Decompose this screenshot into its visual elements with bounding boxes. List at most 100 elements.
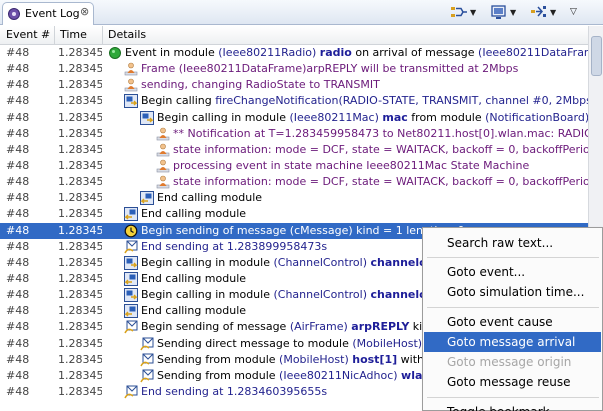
view-menu-icon: ▽: [570, 7, 577, 17]
detail-segment: radio: [319, 46, 352, 59]
menu-toggle-bookmark[interactable]: Toggle bookmark: [424, 402, 601, 411]
person-icon: [124, 62, 138, 76]
detail-segment: Begin sending of message (cMessage) kind…: [141, 223, 465, 237]
menu-goto-message-arrival[interactable]: Goto message arrival: [424, 332, 601, 352]
event-details: Event in module (Ieee80211Radio) radio o…: [125, 46, 588, 59]
detail-segment: Begin sending of message: [141, 320, 290, 334]
column-header-event[interactable]: Event #: [6, 28, 50, 41]
table-row[interactable]: #48 1.283459 Begin calling fireChangeNotif…: [0, 93, 588, 109]
detail-segment: state information: mode = DCF, state = W…: [173, 142, 588, 156]
event-time: 1.283459: [58, 142, 102, 156]
table-row[interactable]: #48 1.283459 End calling module: [0, 190, 588, 206]
menu-search-raw-text[interactable]: Search raw text...: [424, 233, 601, 253]
display-mode-button[interactable]: ▼: [490, 3, 516, 21]
view-menu-button[interactable]: ▽: [568, 3, 577, 21]
event-number: #48: [6, 191, 30, 205]
event-number: #48: [6, 255, 30, 269]
event-time: 1.283459: [58, 78, 102, 92]
event-details: End calling module: [141, 207, 246, 220]
detail-segment: sending, changing RadioState to TRANSMIT: [141, 78, 380, 92]
event-number: #48: [6, 175, 30, 189]
event-time: 1.283459: [58, 207, 102, 221]
event-time: 1.283459: [58, 336, 102, 350]
detail-segment: (Ieee80211Mac): [289, 110, 383, 124]
table-row[interactable]: #48 1.283459 state information: mode = DCF…: [0, 174, 588, 190]
send-icon: [140, 369, 154, 383]
navigation-mode-button[interactable]: ▼: [530, 3, 556, 21]
menu-goto-message-reuse[interactable]: Goto message reuse: [424, 372, 601, 392]
event-time: 1.283459: [58, 126, 102, 140]
event-number: #48: [6, 271, 30, 285]
scrollbar-thumb[interactable]: [591, 36, 602, 76]
menu-goto-event-cause[interactable]: Goto event cause: [424, 312, 601, 332]
table-row[interactable]: #48 1.283459 ** Notification at T=1.283459…: [0, 126, 588, 142]
return-icon: [140, 191, 154, 206]
event-details: processing event in state machine Ieee80…: [173, 159, 529, 172]
return-icon: [124, 304, 138, 319]
table-row[interactable]: #48 1.283459 processing event in state mac…: [0, 158, 588, 174]
event-log-icon: [8, 8, 20, 20]
person-icon: [156, 127, 170, 141]
event-number: #48: [6, 142, 30, 156]
tab-event-log[interactable]: Event Log ⊗: [2, 2, 94, 25]
table-row[interactable]: #48 1.283459 Frame (Ieee80211DataFrame)arp…: [0, 61, 588, 77]
event-time: 1.283459: [58, 255, 102, 269]
return-icon: [124, 207, 138, 222]
event-number: #48: [6, 384, 30, 398]
event-time: 1.283459: [58, 384, 102, 398]
event-details: ** Notification at T=1.283459958473 to N…: [173, 127, 588, 140]
detail-segment: Frame (Ieee80211DataFrame)arpREPLY will …: [141, 62, 519, 76]
detail-segment: processing event in state machine Ieee80…: [173, 158, 530, 172]
detail-segment: state information: mode = DCF, state = W…: [173, 175, 588, 189]
event-time: 1.283459: [58, 304, 102, 318]
detail-segment: fireChangeNotification(RADIO-STATE, TRAN…: [215, 94, 588, 108]
detail-segment: from module: [407, 110, 486, 124]
detail-segment: End sending at 1.283460395655s: [141, 384, 328, 398]
event-details: Sending from module (Ieee80211NicAdhoc) …: [157, 369, 457, 382]
event-number: #48: [6, 304, 30, 318]
close-icon[interactable]: ⊗: [80, 5, 89, 18]
chevron-down-icon[interactable]: ▼: [510, 8, 516, 17]
green-circle-icon: [109, 47, 121, 59]
detail-segment: Sending direct message to module: [157, 336, 353, 350]
detail-segment: End sending at 1.283899958473s: [141, 239, 328, 253]
event-details: Begin calling in module (Ieee80211Mac) m…: [157, 111, 588, 124]
event-number: #48: [6, 320, 30, 334]
table-row[interactable]: #48 1.283459 Event in module (Ieee80211Rad…: [0, 45, 588, 61]
column-header-time[interactable]: Time: [60, 28, 87, 41]
event-time: 1.283459: [58, 223, 102, 237]
chevron-down-icon[interactable]: ▼: [470, 8, 476, 17]
menu-goto-simulation-time[interactable]: Goto simulation time...: [424, 282, 601, 302]
event-details: Begin sending of message (AirFrame) arpR…: [141, 320, 459, 333]
table-row[interactable]: #48 1.283459 state information: mode = DCF…: [0, 142, 588, 158]
event-time: 1.283459: [58, 191, 102, 205]
detail-segment: (MobileHost): [279, 352, 353, 366]
detail-segment: End calling module: [141, 207, 247, 221]
call-icon: [124, 255, 138, 270]
menu-goto-event[interactable]: Goto event...: [424, 262, 601, 282]
return-icon: [124, 271, 138, 286]
event-number: #48: [6, 46, 30, 59]
table-row[interactable]: #48 1.283459 sending, changing RadioState …: [0, 77, 588, 93]
event-number: #48: [6, 368, 30, 382]
detail-segment: (MobileHost): [352, 336, 426, 350]
event-time: 1.283459: [58, 320, 102, 334]
table-row[interactable]: #48 1.283459 End calling module: [0, 206, 588, 222]
event-time: 1.283459: [58, 110, 102, 124]
event-number: #48: [6, 223, 30, 237]
detail-segment: Event in module: [125, 46, 219, 59]
event-details: Begin calling fireChangeNotification(RAD…: [141, 94, 588, 107]
detail-segment: ** Notification at T=1.283459958473 to N…: [173, 126, 588, 140]
event-details: End calling module: [141, 272, 246, 285]
event-number: #48: [6, 110, 30, 124]
detail-segment: End calling module: [141, 271, 247, 285]
chevron-down-icon[interactable]: ▼: [550, 8, 556, 17]
table-row[interactable]: #48 1.283459 Begin calling in module (Ieee…: [0, 110, 588, 126]
event-number: #48: [6, 158, 30, 172]
filter-mode-button[interactable]: ▼: [450, 3, 476, 21]
person-icon: [156, 175, 170, 189]
column-header-details[interactable]: Details: [108, 28, 146, 41]
event-time: 1.283459: [58, 239, 102, 253]
detail-segment: (NotificationBoard): [485, 110, 588, 124]
clock-icon: [124, 224, 138, 237]
